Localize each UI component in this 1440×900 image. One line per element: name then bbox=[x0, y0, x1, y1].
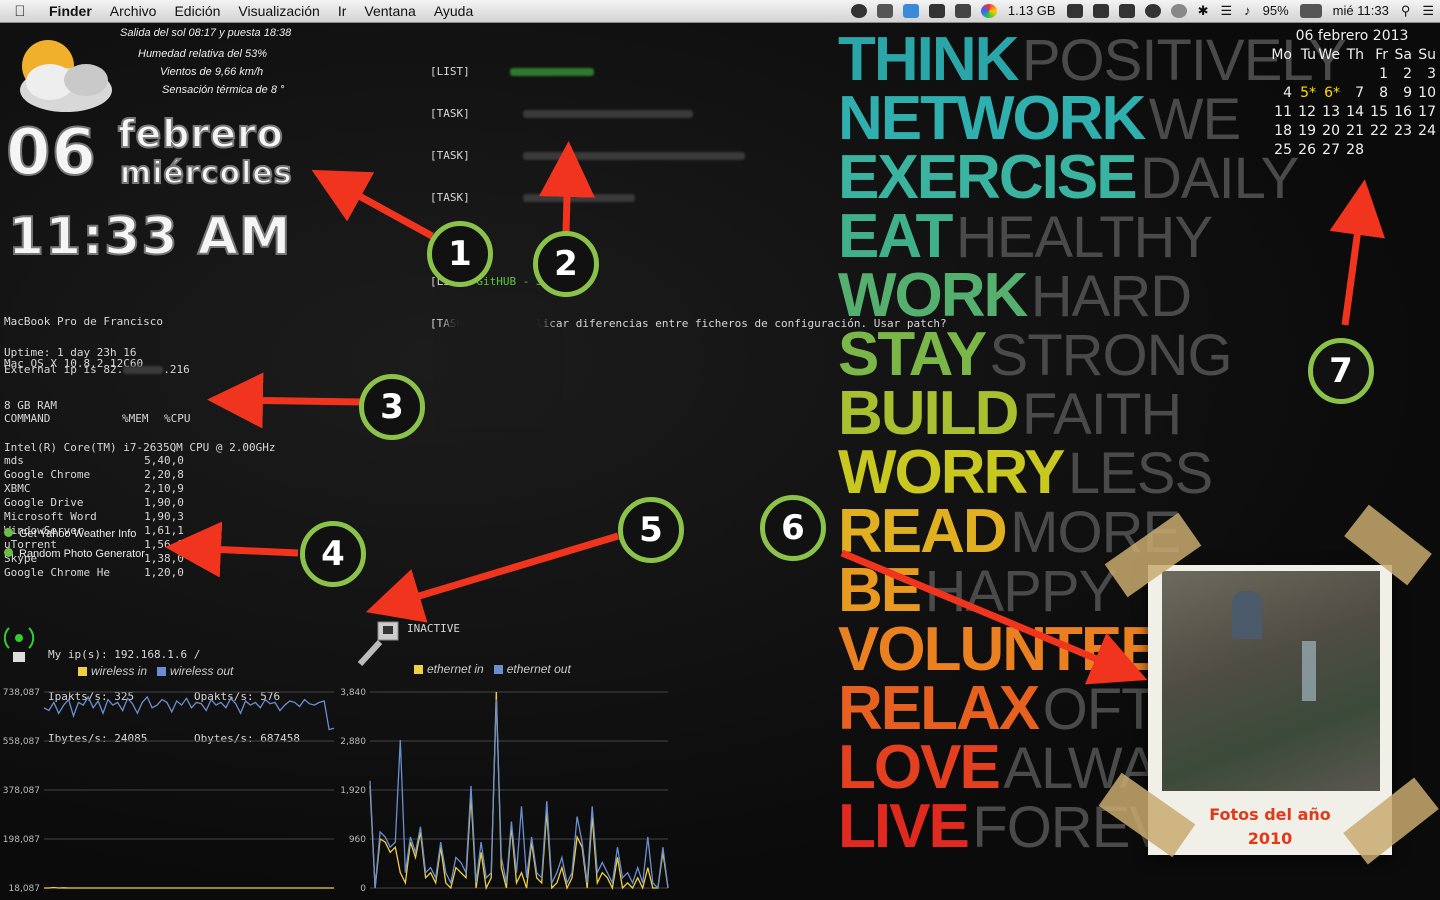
annotation-badge-7: 7 bbox=[1308, 338, 1374, 404]
annotation-badge-2: 2 bbox=[533, 231, 599, 297]
annotation-badge-3: 3 bbox=[359, 374, 425, 440]
annotation-arrow-7 bbox=[1329, 179, 1386, 326]
annotation-badge-4: 4 bbox=[300, 521, 366, 587]
annotation-arrow-3 bbox=[207, 372, 363, 429]
annotation-badge-1: 1 bbox=[427, 221, 493, 287]
annotation-badge-6: 6 bbox=[760, 495, 826, 561]
annotation-arrow-4 bbox=[165, 521, 299, 578]
annotation-arrow-5 bbox=[365, 532, 620, 623]
annotation-badge-5: 5 bbox=[618, 497, 684, 563]
annotation-arrows bbox=[165, 141, 1386, 685]
annotation-arrow-1 bbox=[311, 169, 434, 240]
annotation-arrow-2 bbox=[539, 141, 595, 233]
annotation-arrow-6 bbox=[840, 549, 1148, 685]
